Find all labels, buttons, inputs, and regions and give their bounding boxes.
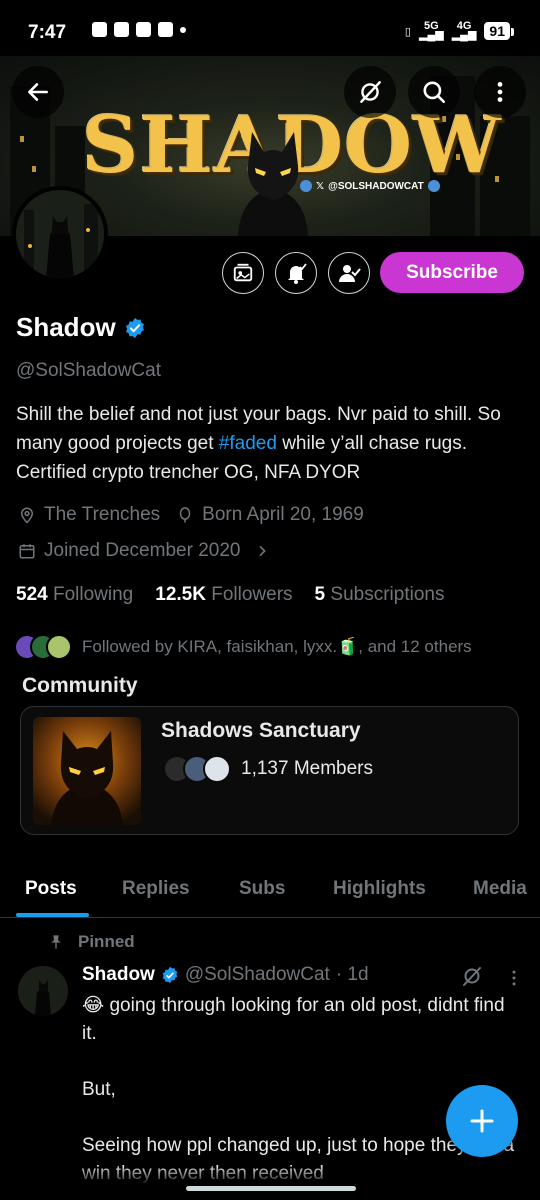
media-button[interactable] [222,252,264,294]
follower-avatars [14,634,72,660]
system-status-icons: ▯ 5G ▂▄▆ 4G ▂▄▆ 91 [404,20,514,41]
banner-handle: 𝕏 @SOLSHADOWCAT [300,180,440,192]
search-icon [423,81,446,104]
subscribe-button[interactable]: Subscribe [380,252,524,293]
chevron-right-icon [259,545,267,557]
display-name: Shadow [16,312,116,342]
tab-subs[interactable]: Subs [239,878,285,900]
post-more-icon[interactable] [504,968,524,988]
subscriptions-stat[interactable]: 5 Subscriptions [315,584,445,606]
tab-highlights[interactable]: Highlights [333,878,426,900]
profile-stats: 524 Following 12.5K Followers 5 Subscrip… [16,584,444,606]
community-panther-image [51,731,123,825]
post-author-avatar[interactable] [18,966,68,1016]
grok-icon [360,81,381,103]
hashtag-link[interactable]: #faded [219,433,277,454]
profile-tabs: Posts Replies Subs Highlights Media [0,862,540,918]
back-button[interactable] [12,66,64,118]
notifications-button[interactable] [275,252,317,294]
community-thumbnail [33,717,141,825]
post-header: Shadow @SolShadowCat · 1d [82,964,369,986]
community-section-label: Community [22,674,138,697]
profile-bio: Shill the belief and not just your bags.… [16,404,501,483]
tab-media[interactable]: Media [473,878,527,900]
more-button[interactable] [474,66,526,118]
telegram-badge-icon [300,180,312,192]
birthday-balloon-icon [179,507,191,523]
joined-text: Joined December 2020 [44,540,241,561]
plus-icon [470,1109,494,1133]
member-avatars [163,755,231,783]
avatar [203,755,231,783]
following-button[interactable] [328,252,370,294]
status-bar: 7:47 ▯ 5G ▂▄▆ 4G ▂▄▆ 91 [0,0,540,56]
search-button[interactable] [408,66,460,118]
verified-mini-icon [427,180,440,192]
post-author-name[interactable]: Shadow [82,964,155,986]
birthday-text: Born April 20, 1969 [202,504,364,525]
snapchat-icon [92,22,107,37]
media-icon [233,263,253,282]
telegram-icon [114,22,129,37]
followed-by-text: Followed by KIRA, faisikhan, lyxx.🧃, and… [82,637,472,656]
profile-meta-location: The Trenches Born April 20, 1969 [18,504,364,526]
post-line: 😂 going through looking for an old post,… [82,995,505,1044]
post-avatar-figure [18,966,68,1016]
location-icon [20,507,34,524]
pinned-indicator: Pinned [48,932,135,952]
vibrate-icon: ▯ [404,25,411,38]
verified-badge-icon[interactable] [124,317,146,339]
community-card[interactable]: Shadows Sanctuary 1,137 Members [20,706,519,835]
verified-badge-icon [162,966,178,984]
bell-icon [288,263,307,284]
more-dot-icon [180,26,186,33]
name-row: Shadow [16,312,146,343]
community-members: 1,137 Members [163,755,373,783]
avatar-figure [16,190,104,278]
calendar-icon [19,544,35,559]
member-count: 1,137 Members [241,758,374,779]
profile-handle: @SolShadowCat [16,360,161,381]
avatar [46,634,72,660]
following-stat[interactable]: 524 Following [16,584,133,606]
active-tab-indicator [16,913,89,917]
network-indicator-2: 4G ▂▄▆ [451,20,477,41]
network-indicator-1: 5G ▂▄▆ [418,20,444,41]
home-indicator[interactable] [186,1186,356,1191]
bottom-fade [0,1165,540,1200]
status-time: 7:47 [28,22,67,43]
compose-post-button[interactable] [446,1085,518,1157]
grok-button[interactable] [344,66,396,118]
discord-icon [158,22,173,37]
back-arrow-icon [28,83,48,101]
followers-stat[interactable]: 12.5K Followers [155,584,292,606]
post-author-handle: @SolShadowCat [184,964,330,985]
battery-indicator: 91 [484,22,514,40]
more-vertical-icon [497,82,503,102]
followed-by-row[interactable]: Followed by KIRA, faisikhan, lyxx.🧃, and… [14,634,472,660]
follow-check-icon [339,265,361,282]
tab-posts[interactable]: Posts [25,878,77,900]
profile-avatar[interactable] [12,186,108,282]
notification-icons [92,22,186,37]
location-text: The Trenches [44,504,161,525]
community-name: Shadows Sanctuary [161,719,361,742]
post-time: · 1d [335,964,369,985]
tab-replies[interactable]: Replies [122,878,190,900]
joined-row[interactable]: Joined December 2020 [18,540,270,562]
grok-icon[interactable] [460,964,484,988]
pinned-label: Pinned [78,932,135,951]
x-logo-icon: 𝕏 [316,180,325,192]
message-icon [136,22,151,37]
pin-icon [51,935,61,949]
